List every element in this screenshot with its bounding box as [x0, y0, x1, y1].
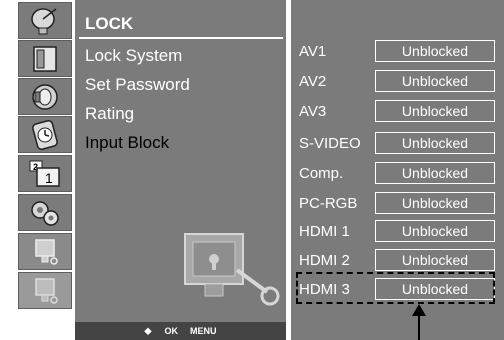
menu-footer-bar: ⬥ OK MENU — [75, 322, 286, 340]
menu-title: LOCK — [85, 14, 134, 33]
input-row-av3[interactable]: AV3 Unblocked — [291, 99, 504, 125]
setup-menu-tab[interactable] — [18, 2, 72, 39]
option-menu-tab[interactable]: 2 1 — [18, 155, 72, 192]
ok-hint: OK — [164, 326, 179, 336]
input-label: AV1 — [299, 43, 327, 60]
input-row-s-video[interactable]: S-VIDEO Unblocked — [291, 131, 504, 157]
lock-active-icon — [35, 277, 58, 304]
block-status-button[interactable]: Unblocked — [375, 40, 495, 62]
input-row-pc-rgb[interactable]: PC-RGB Unblocked — [291, 191, 504, 217]
input-label: Comp. — [299, 165, 344, 182]
main-menu-icon-column: 2 1 — [16, 0, 74, 340]
input-label: PC-RGB — [299, 195, 358, 212]
pointer-arrow-icon — [412, 304, 426, 340]
lock-illustration — [184, 233, 280, 306]
clock-icon — [32, 119, 58, 150]
input-label: S-VIDEO — [299, 135, 361, 152]
input-label: HDMI 2 — [299, 252, 350, 269]
lock-menu-tab[interactable] — [18, 233, 72, 270]
block-status-button[interactable]: Unblocked — [375, 192, 495, 214]
input-row-av1[interactable]: AV1 Unblocked — [291, 39, 504, 65]
menu-item-input-block[interactable]: Input Block — [85, 133, 169, 153]
menu-hint: MENU — [190, 326, 217, 336]
option-gears-icon — [31, 200, 59, 226]
block-status-button[interactable]: Unblocked — [375, 249, 495, 271]
audio-menu-tab[interactable] — [18, 78, 72, 115]
time-menu-tab[interactable] — [18, 116, 72, 153]
block-status-button[interactable]: Unblocked — [375, 220, 495, 242]
input-label: HDMI 1 — [299, 223, 350, 240]
block-status-button[interactable]: Unblocked — [375, 70, 495, 92]
svg-text:1: 1 — [45, 170, 53, 186]
picture-icon — [33, 45, 57, 72]
block-status-button[interactable]: Unblocked — [375, 132, 495, 154]
menu-item-rating[interactable]: Rating — [85, 104, 134, 124]
option-settings-tab[interactable] — [18, 194, 72, 231]
lock-icon — [35, 238, 58, 265]
input-row-hdmi-2[interactable]: HDMI 2 Unblocked — [291, 248, 504, 274]
highlight-dashed-box — [296, 272, 495, 304]
satellite-icon — [31, 7, 57, 34]
pip-icon: 2 1 — [29, 160, 60, 187]
block-status-button[interactable]: Unblocked — [375, 100, 495, 122]
picture-menu-tab[interactable] — [18, 40, 72, 77]
input-row-hdmi-1[interactable]: HDMI 1 Unblocked — [291, 219, 504, 245]
input-label: AV3 — [299, 103, 327, 120]
input-label: AV2 — [299, 73, 327, 90]
lock-menu-tab-active[interactable] — [18, 272, 72, 309]
tv-osd-screen: 2 1 LOCK Lock System Set Password Rating… — [0, 0, 504, 340]
menu-item-lock-system[interactable]: Lock System — [85, 46, 182, 66]
lock-menu-panel: LOCK Lock System Set Password Rating Inp… — [75, 0, 286, 340]
block-status-button[interactable]: Unblocked — [375, 162, 495, 184]
input-row-comp[interactable]: Comp. Unblocked — [291, 161, 504, 187]
audio-icon — [32, 83, 58, 110]
input-row-av2[interactable]: AV2 Unblocked — [291, 69, 504, 95]
navigation-arrows-icon: ⬥ — [144, 325, 153, 337]
title-divider — [79, 37, 283, 39]
menu-item-set-password[interactable]: Set Password — [85, 75, 190, 95]
